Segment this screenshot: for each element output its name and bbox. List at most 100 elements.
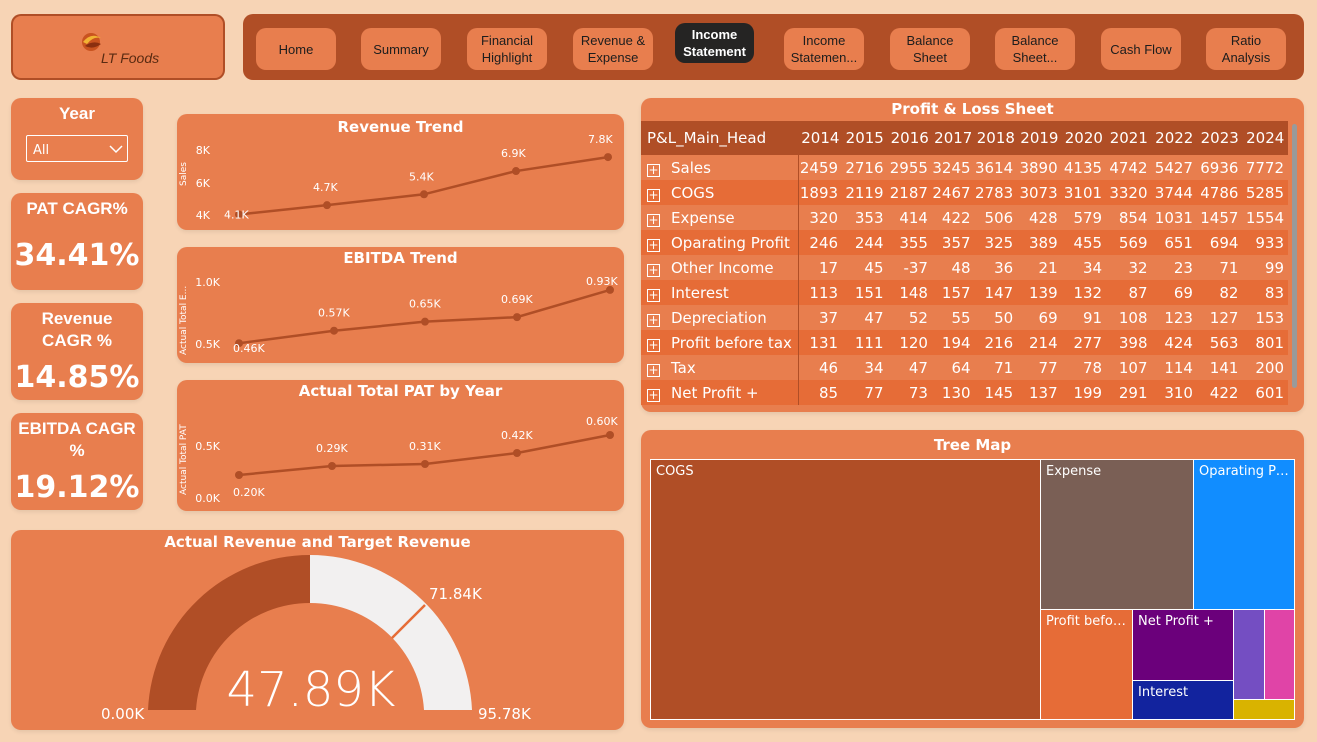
revenue-trend-point[interactable] bbox=[512, 167, 520, 176]
treemap-operating-profit-tile[interactable]: Oparating Pr... bbox=[1193, 459, 1295, 610]
pl-header-year[interactable]: 2015 bbox=[842, 121, 888, 155]
pl-cell: 46 bbox=[818, 358, 839, 377]
ebitda-trend-ytick: 1.0K bbox=[195, 276, 220, 289]
treemap-cogs-tile[interactable]: COGS bbox=[650, 459, 1041, 720]
treemap-profit-before-tax-tile[interactable]: Profit befor... bbox=[1040, 609, 1133, 720]
revenue-trend-ytick: 4K bbox=[196, 209, 211, 222]
year-dropdown[interactable]: All bbox=[26, 135, 128, 162]
revenue-trend-point[interactable] bbox=[420, 190, 428, 199]
treemap-net-profit-tile[interactable]: Net Profit + bbox=[1132, 609, 1234, 681]
pl-header-year[interactable]: 2018 bbox=[974, 121, 1018, 155]
treemap-depreciation-tile[interactable] bbox=[1233, 609, 1265, 700]
expand-plus-icon[interactable]: + bbox=[647, 213, 660, 227]
pl-table-scrollbar[interactable] bbox=[1292, 124, 1297, 388]
expand-plus-icon[interactable]: + bbox=[647, 288, 660, 302]
pl-header-year[interactable]: 2019 bbox=[1017, 121, 1062, 155]
treemap-expense-tile[interactable]: Expense bbox=[1040, 459, 1194, 610]
gauge-chart: 47.89K 0.00K 95.78K 71.84K bbox=[101, 554, 532, 723]
ebitda-trend-point[interactable] bbox=[513, 313, 521, 322]
expand-plus-icon[interactable]: + bbox=[647, 313, 660, 327]
pl-cell: 277 bbox=[1073, 333, 1103, 352]
pat-trend-point[interactable] bbox=[421, 460, 429, 468]
nav-income-statement-2-button[interactable]: Income Statemen... bbox=[784, 28, 864, 70]
ebitda-trend-data-label: 0.93K bbox=[586, 275, 618, 288]
expand-plus-icon[interactable]: + bbox=[647, 388, 660, 402]
treemap-other-income-tile[interactable] bbox=[1233, 699, 1295, 720]
pat-trend-data-label: 0.42K bbox=[501, 429, 533, 442]
pl-cell: 2119 bbox=[845, 183, 884, 202]
pl-header-year[interactable]: 2016 bbox=[887, 121, 932, 155]
pl-row-head: + Sales bbox=[641, 155, 800, 180]
pl-cell: 113 bbox=[809, 283, 839, 302]
expand-plus-icon[interactable]: + bbox=[647, 263, 660, 277]
pl-cell: 123 bbox=[1164, 308, 1193, 327]
pl-header-year[interactable]: 2017 bbox=[931, 121, 975, 155]
nav-revenue-expense-button[interactable]: Revenue & Expense bbox=[573, 28, 653, 70]
expand-plus-icon[interactable]: + bbox=[647, 163, 660, 177]
pl-cell: 579 bbox=[1073, 208, 1103, 227]
nav-home-button[interactable]: Home bbox=[256, 28, 336, 70]
pl-row-label: Net Profit + bbox=[671, 383, 759, 402]
gauge-value: 47.89K bbox=[227, 662, 396, 718]
pl-header-year[interactable]: 2024 bbox=[1242, 121, 1288, 155]
revenue-trend-point[interactable] bbox=[323, 201, 331, 210]
pl-cell: 353 bbox=[854, 208, 884, 227]
pl-cell: 139 bbox=[1028, 283, 1058, 302]
pl-header-year[interactable]: 2021 bbox=[1106, 121, 1152, 155]
pl-cell: 78 bbox=[1082, 358, 1103, 377]
pl-cell: 1457 bbox=[1200, 208, 1239, 227]
expand-plus-icon[interactable]: + bbox=[647, 363, 660, 377]
pat-trend-point[interactable] bbox=[606, 431, 614, 439]
pl-sheet-title: Profit & Loss Sheet bbox=[891, 100, 1054, 118]
year-filter-title: Year bbox=[59, 104, 95, 123]
revenue-trend-data-label: 6.9K bbox=[501, 147, 526, 160]
ebitda-trend-chart: Actual Total E... 1.0K 0.5K 0.46K 0.57K 0.… bbox=[179, 275, 618, 355]
revenue-trend-chart: Sales 8K 6K 4K 4.1K 4.7K 5.4K 6.9K 7.8K bbox=[179, 133, 613, 222]
pl-cell: 17 bbox=[818, 258, 839, 277]
revenue-cagr-value: 14.85% bbox=[14, 360, 140, 395]
ebitda-trend-data-label: 0.65K bbox=[409, 298, 441, 311]
revenue-trend-point[interactable] bbox=[604, 153, 612, 162]
expand-plus-icon[interactable]: + bbox=[647, 188, 660, 202]
nav-balance-sheet-button[interactable]: Balance Sheet bbox=[890, 28, 970, 70]
treemap-interest-tile[interactable]: Interest bbox=[1132, 680, 1234, 720]
pl-row-label: Tax bbox=[671, 358, 696, 377]
pl-row: + Tax 46 34 47 64 71 77 78 107 114 141 200 bbox=[641, 355, 1288, 380]
pl-cell: 32 bbox=[1128, 258, 1148, 277]
pat-trend-data-label: 0.31K bbox=[409, 440, 441, 453]
pl-cell: 2187 bbox=[889, 183, 928, 202]
gauge-min-label: 0.00K bbox=[101, 705, 145, 723]
pl-cell: 37 bbox=[818, 308, 839, 327]
pl-header-year[interactable]: 2014 bbox=[798, 121, 843, 155]
pat-trend-point[interactable] bbox=[513, 449, 521, 457]
nav-cash-flow-button[interactable]: Cash Flow bbox=[1101, 28, 1181, 70]
nav-balance-sheet-2-button[interactable]: Balance Sheet... bbox=[995, 28, 1075, 70]
ebitda-trend-point[interactable] bbox=[330, 326, 338, 335]
nav-ratio-analysis-button[interactable]: Ratio Analysis bbox=[1206, 28, 1286, 70]
nav-financial-highlight-button[interactable]: Financial Highlight bbox=[467, 28, 547, 70]
pl-cell: 131 bbox=[809, 333, 839, 352]
pat-trend-point[interactable] bbox=[235, 471, 243, 479]
pl-header-year[interactable]: 2022 bbox=[1151, 121, 1197, 155]
ebitda-trend-point[interactable] bbox=[421, 317, 429, 326]
chevron-down-icon bbox=[109, 145, 123, 154]
pl-cell: 4742 bbox=[1109, 158, 1148, 177]
pl-cell: 357 bbox=[941, 233, 971, 252]
pl-cell: 3890 bbox=[1019, 158, 1058, 177]
treemap-tax-tile[interactable] bbox=[1264, 609, 1295, 700]
nav-income-statement-button[interactable]: Income Statement bbox=[675, 23, 754, 63]
pl-header-main-head[interactable]: P&L_Main_Head bbox=[641, 121, 799, 155]
pl-row-head: + Tax bbox=[641, 355, 800, 380]
pl-cell: 3614 bbox=[974, 158, 1014, 177]
pat-trend-point[interactable] bbox=[328, 462, 336, 470]
pl-header-year[interactable]: 2023 bbox=[1196, 121, 1243, 155]
expand-plus-icon[interactable]: + bbox=[647, 238, 660, 252]
pl-header-year[interactable]: 2020 bbox=[1061, 121, 1107, 155]
pat-trend-ylabel: Actual Total PAT bbox=[179, 424, 189, 495]
pl-cell: 3101 bbox=[1063, 183, 1103, 202]
year-filter-card: Year All bbox=[11, 98, 143, 180]
pl-cell: 506 bbox=[984, 208, 1014, 227]
pl-cell: 141 bbox=[1209, 358, 1239, 377]
nav-summary-button[interactable]: Summary bbox=[361, 28, 441, 70]
expand-plus-icon[interactable]: + bbox=[647, 338, 660, 352]
